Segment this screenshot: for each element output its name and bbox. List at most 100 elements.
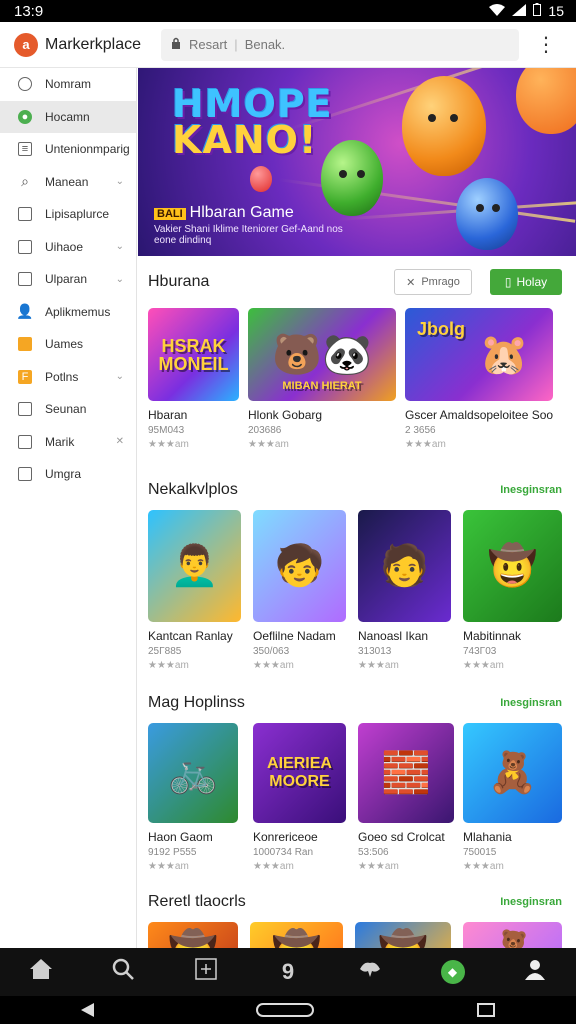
sidebar-item-label: Umgra	[45, 467, 82, 482]
system-nav-bar	[0, 996, 576, 1024]
game-count: 53:506	[358, 847, 389, 858]
profile-icon[interactable]	[515, 958, 555, 986]
game-card[interactable]: 🧱 Goeo sd Crolcat 53:506 ★★★am	[358, 723, 454, 872]
hero-banner[interactable]: HMOPE KANO! BALI Hlbaran Game Vakier Shan…	[138, 68, 576, 256]
game-thumbnail: 🧱	[358, 723, 454, 823]
section-new: Mag Hoplinss Inesginsran 🚲 Haon Gaom 919…	[138, 683, 576, 872]
sidebar-item-manean[interactable]: ⌕ Manean ⌄	[0, 166, 136, 199]
game-rating: ★★★am	[253, 861, 294, 872]
sidebar-item-ulparan[interactable]: Ulparan ⌄	[0, 263, 136, 296]
search-filter[interactable]: Benak.	[245, 37, 285, 52]
banner-subtitle: Vakier Shani Iklime Iteniorer Gef-Aand n…	[154, 224, 343, 246]
home-icon[interactable]	[21, 958, 61, 986]
sidebar-item-label: Uihaoe	[45, 239, 84, 254]
game-list: 🤠 🤠 🤠 🧸	[138, 922, 576, 948]
home-button[interactable]	[256, 1003, 315, 1017]
sidebar-item-label: Hocamn	[45, 109, 90, 124]
game-card[interactable]: 🐻 🐼 MIBAN HIERAT Hlonk Gobarg 203686 ★★★am	[248, 308, 396, 450]
sidebar-item-potlns[interactable]: F Potlns ⌄	[0, 361, 136, 394]
game-card[interactable]: 🧒 Oeflilne Nadam 350/063 ★★★am	[253, 510, 346, 671]
game-card[interactable]: 👨‍🦱 Kantcan Ranlay 25Γ885 ★★★am	[148, 510, 241, 671]
character-image: 🤠	[168, 932, 218, 948]
sidebar: Nomram ● Hocamn ≡ Untenionmparig ⌕ Manean ⌄ …	[0, 68, 137, 948]
nine-icon[interactable]: 9	[268, 959, 308, 985]
game-card[interactable]: 🤠 Mabitinnak 743Γ03 ★★★am	[463, 510, 562, 671]
sidebar-item-untenionmparig[interactable]: ≡ Untenionmparig	[0, 133, 136, 166]
chevron-down-icon[interactable]: ⌄	[116, 176, 124, 187]
sidebar-item-uames[interactable]: Uames	[0, 328, 136, 361]
wifi-icon	[489, 3, 506, 19]
bear-image: 🐹	[479, 332, 529, 377]
close-icon[interactable]: ✕	[116, 436, 124, 447]
sidebar-item-label: Manean	[45, 174, 89, 189]
puzzle-icon[interactable]	[350, 959, 390, 985]
sidebar-item-label: Potlns	[45, 369, 79, 384]
chevron-down-icon[interactable]: ⌄	[116, 241, 124, 252]
game-name: Nanoasl Ikan	[358, 629, 429, 643]
section-featured: Hburana ✕ Pmrago ▯ Holay HSRAK MONEIL Hbar…	[138, 256, 576, 450]
sidebar-item-lipisaplurce[interactable]: Lipisaplurce	[0, 198, 136, 231]
battery-icon	[533, 3, 542, 19]
game-rating: ★★★am	[358, 861, 399, 872]
game-card[interactable]: 🧸 Mlahania 750015 ★★★am	[463, 723, 562, 872]
game-name: Hlonk Gobarg	[248, 408, 323, 422]
section-popular: Nekalkvlplos Inesginsran 👨‍🦱 Kantcan Ran…	[138, 470, 576, 671]
sidebar-item-hocamn[interactable]: ● Hocamn	[0, 100, 136, 133]
sidebar-item-umgra[interactable]: Umgra	[0, 458, 136, 491]
balloon-image	[250, 166, 272, 192]
play-button[interactable]: ▯ Holay	[490, 269, 562, 295]
game-card[interactable]: 🚲 Haon Gaom 9192 P555 ★★★am	[148, 723, 241, 872]
see-all-link[interactable]: Inesginsran	[500, 896, 562, 908]
character-image: 🚲	[168, 751, 218, 795]
game-thumbnail: 🧑	[358, 510, 451, 622]
game-thumbnail: 🤠	[463, 510, 562, 622]
search-input[interactable]: Resart | Benak.	[161, 28, 519, 61]
sidebar-item-nomram[interactable]: Nomram	[0, 68, 136, 101]
document-icon: ≡	[18, 142, 32, 157]
section-header: Hburana ✕ Pmrago ▯ Holay	[138, 256, 576, 308]
back-icon[interactable]	[81, 1003, 95, 1017]
section-title: Hburana	[148, 273, 210, 290]
more-menu-icon[interactable]: ⋮	[536, 35, 556, 55]
game-thumbnail[interactable]: 🤠	[250, 922, 343, 948]
see-all-link[interactable]: Inesginsran	[500, 484, 562, 496]
game-card[interactable]: 🧑 Nanoasl Ikan 313013 ★★★am	[358, 510, 451, 671]
blocks-image: 🧱	[381, 751, 431, 795]
see-all-link[interactable]: Inesginsran	[500, 697, 562, 709]
sidebar-item-aplikmemus[interactable]: 👤 Aplikmemus	[0, 296, 136, 329]
game-thumbnail[interactable]: 🧸	[463, 922, 562, 948]
recent-apps-icon[interactable]	[476, 1003, 495, 1017]
sidebar-item-label: Seunan	[45, 402, 87, 417]
section-title: Mag Hoplinss	[148, 694, 245, 711]
banner-title: BALI Hlbaran Game	[154, 204, 294, 222]
chevron-down-icon[interactable]: ⌄	[116, 371, 124, 382]
game-name: Mlahania	[463, 830, 512, 844]
character-image: 🤠	[272, 932, 322, 948]
game-thumbnail[interactable]: 🤠	[355, 922, 451, 948]
filter-button[interactable]: ✕ Pmrago	[394, 269, 472, 295]
section-header: Nekalkvlplos Inesginsran	[138, 470, 576, 510]
character-image: 🧸	[487, 751, 538, 795]
game-count: 9192 P555	[148, 847, 197, 858]
search-icon[interactable]	[103, 958, 143, 986]
character-image: 👨‍🦱	[169, 544, 220, 588]
banner-logo-line1: HMOPE	[172, 82, 333, 126]
sidebar-item-uihaoe[interactable]: Uihaoe ⌄	[0, 231, 136, 264]
game-thumbnail[interactable]: 🤠	[148, 922, 238, 948]
square-icon	[18, 272, 32, 287]
scan-icon[interactable]	[186, 958, 226, 986]
game-card[interactable]: AIERIEA MOORE Konrericeoe 1000734 Ran ★★…	[253, 723, 346, 872]
game-art-text: AIERIEA MOORE	[267, 755, 332, 790]
games-tab[interactable]: ◆	[433, 960, 473, 984]
game-card[interactable]: HSRAK MONEIL Hbaran 95M043 ★★★am	[148, 308, 239, 450]
square-icon	[18, 239, 32, 254]
signal-icon	[512, 3, 527, 19]
chevron-down-icon[interactable]: ⌄	[116, 274, 124, 285]
sidebar-item-seunan[interactable]: Seunan	[0, 393, 136, 426]
game-card[interactable]: Jbolg 🐹 Gscer Amaldsopeloitee Soodi 2 365…	[405, 308, 553, 450]
game-rating: ★★★am	[463, 861, 504, 872]
game-count: 313013	[358, 646, 392, 657]
sidebar-item-marik[interactable]: Marik ✕	[0, 426, 136, 459]
banner-title-text: Hlbaran Game	[189, 204, 294, 221]
game-list: HSRAK MONEIL Hbaran 95M043 ★★★am 🐻 🐼 MIBAN…	[138, 308, 576, 450]
